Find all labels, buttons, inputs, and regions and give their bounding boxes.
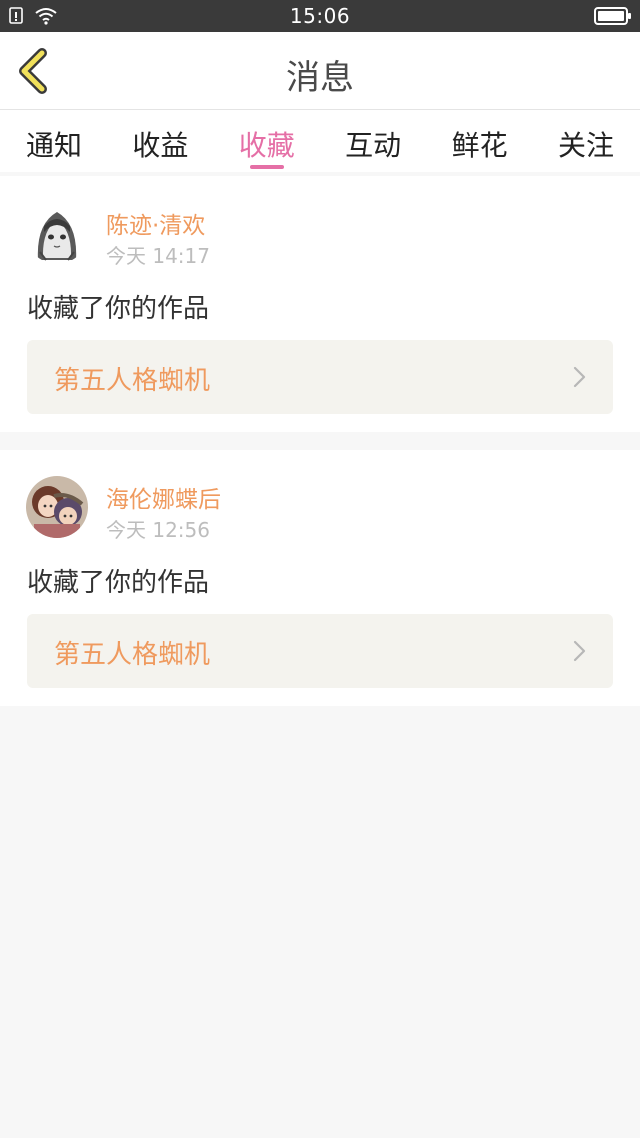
work-title: 第五人格蜘机 [54,366,211,396]
work-link[interactable]: 第五人格蜘机 [27,614,613,688]
chevron-right-icon [573,640,586,662]
work-link[interactable]: 第五人格蜘机 [27,340,613,414]
tab-notifications[interactable]: 通知 [26,110,82,172]
chevron-right-icon [573,366,586,388]
message-card: 海伦娜蝶后 今天 12:56 收藏了你的作品 第五人格蜘机 [0,450,640,706]
status-time: 15:06 [289,4,351,28]
username[interactable]: 海伦娜蝶后 [106,480,221,514]
message-tabs: 通知 收益 收藏 互动 鲜花 关注 [0,110,640,172]
message-card: 陈迹·清欢 今天 14:17 收藏了你的作品 第五人格蜘机 [0,176,640,432]
message-time: 今天 12:56 [106,518,210,542]
tab-interactions[interactable]: 互动 [345,110,401,172]
work-title: 第五人格蜘机 [54,640,211,670]
message-text: 收藏了你的作品 [27,294,210,324]
nav-header: 消息 [0,32,640,110]
page-title: 消息 [286,58,354,98]
avatar[interactable] [26,476,88,538]
username[interactable]: 陈迹·清欢 [106,206,205,240]
message-text: 收藏了你的作品 [27,568,210,598]
tab-follows[interactable]: 关注 [558,110,614,172]
avatar[interactable] [26,202,88,264]
tab-earnings[interactable]: 收益 [132,110,188,172]
battery-icon [594,6,632,30]
status-bar: 15:06 [0,0,640,32]
message-time: 今天 14:17 [106,244,210,268]
tab-favorites[interactable]: 收藏 [239,110,295,172]
tab-flowers[interactable]: 鲜花 [452,110,508,172]
